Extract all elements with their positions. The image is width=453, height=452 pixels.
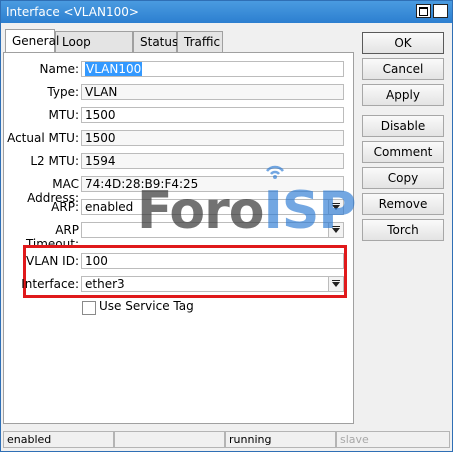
dropdown-arrow-icon[interactable] bbox=[328, 200, 343, 214]
type-label: Type: bbox=[47, 85, 79, 99]
close-icon[interactable]: × bbox=[433, 4, 448, 18]
l2-mtu-field: 1594 bbox=[81, 153, 344, 169]
cancel-button[interactable]: Cancel bbox=[362, 58, 444, 80]
l2-mtu-label: L2 MTU: bbox=[30, 154, 79, 168]
l2-mtu-row: L2 MTU: bbox=[1, 153, 79, 170]
tab-loop-protect[interactable]: Loop Protect bbox=[55, 31, 133, 69]
disable-button[interactable]: Disable bbox=[362, 115, 444, 137]
type-row: Type: bbox=[1, 84, 79, 101]
name-input[interactable]: VLAN100 bbox=[81, 61, 344, 77]
tab-status[interactable]: Status bbox=[133, 31, 178, 52]
arp-value: enabled bbox=[85, 200, 134, 214]
interface-row: Interface: bbox=[1, 276, 79, 293]
torch-button[interactable]: Torch bbox=[362, 219, 444, 241]
vlan-id-label: VLAN ID: bbox=[26, 254, 79, 268]
interface-label: Interface: bbox=[21, 277, 79, 291]
arp-timeout-select[interactable] bbox=[81, 222, 344, 238]
copy-button[interactable]: Copy bbox=[362, 167, 444, 189]
actual-mtu-label: Actual MTU: bbox=[7, 131, 79, 145]
vlan-id-input[interactable]: 100 bbox=[81, 253, 344, 269]
arp-timeout-row: ARP Timeout: bbox=[1, 222, 79, 251]
arp-label: ARP: bbox=[51, 200, 79, 214]
name-row: Name: bbox=[1, 61, 79, 78]
status-slave: slave bbox=[336, 431, 450, 448]
interface-dialog: Interface <VLAN100> × General Loop Prote… bbox=[0, 0, 453, 452]
mac-field: 74:4D:28:B9:F4:25 bbox=[81, 176, 344, 192]
dropdown-arrow-icon[interactable] bbox=[328, 277, 343, 291]
window-title: Interface <VLAN100> bbox=[6, 5, 139, 19]
tab-general[interactable]: General bbox=[5, 29, 59, 52]
interface-value: ether3 bbox=[85, 277, 125, 291]
status-running: running bbox=[225, 431, 336, 448]
maximize-icon[interactable] bbox=[416, 4, 431, 18]
use-service-tag-label: Use Service Tag bbox=[99, 299, 194, 313]
title-bar: Interface <VLAN100> × bbox=[1, 1, 452, 23]
mtu-row: MTU: bbox=[1, 107, 79, 124]
dropdown-arrow-icon[interactable] bbox=[328, 223, 343, 237]
use-service-tag-checkbox[interactable] bbox=[82, 301, 96, 315]
name-value: VLAN100 bbox=[85, 62, 143, 76]
mtu-input[interactable]: 1500 bbox=[81, 107, 344, 123]
status-empty bbox=[114, 431, 225, 448]
status-enabled: enabled bbox=[3, 431, 114, 448]
ok-button[interactable]: OK bbox=[362, 32, 444, 54]
mtu-label: MTU: bbox=[48, 108, 79, 122]
name-label: Name: bbox=[39, 62, 79, 76]
actual-mtu-field: 1500 bbox=[81, 130, 344, 146]
apply-button[interactable]: Apply bbox=[362, 84, 444, 106]
tab-traffic[interactable]: Traffic bbox=[177, 31, 223, 52]
vlan-id-row: VLAN ID: bbox=[1, 253, 79, 270]
arp-select[interactable]: enabled bbox=[81, 199, 344, 215]
interface-select[interactable]: ether3 bbox=[81, 276, 344, 292]
actual-mtu-row: Actual MTU: bbox=[1, 130, 79, 147]
type-field: VLAN bbox=[81, 84, 344, 100]
arp-row: ARP: bbox=[1, 199, 79, 216]
remove-button[interactable]: Remove bbox=[362, 193, 444, 215]
mac-row: MAC Address: bbox=[1, 176, 79, 205]
comment-button[interactable]: Comment bbox=[362, 141, 444, 163]
